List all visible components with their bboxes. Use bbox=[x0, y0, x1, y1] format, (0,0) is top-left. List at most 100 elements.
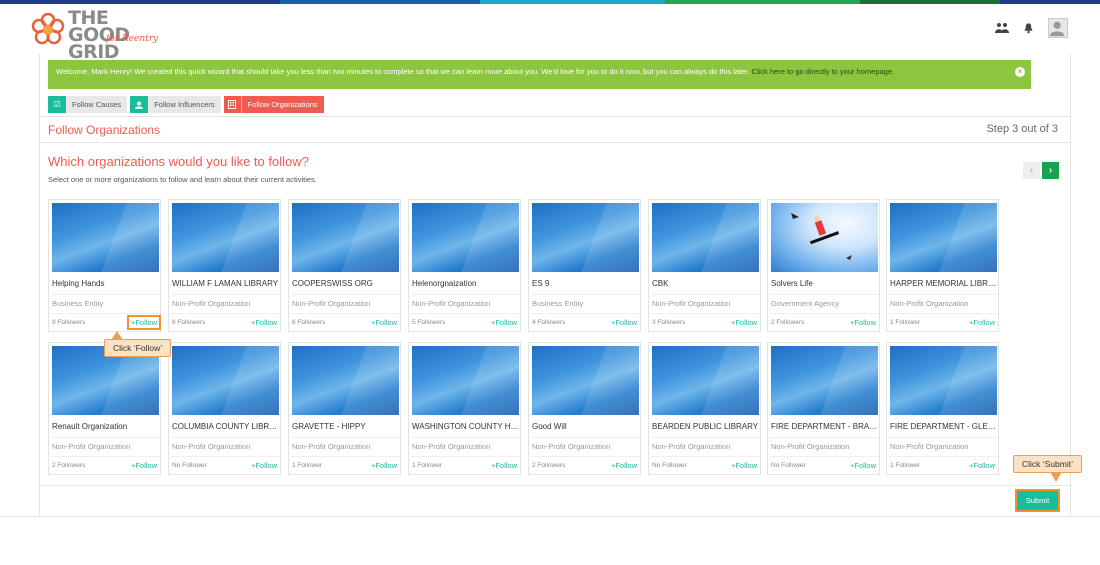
snowboarder-image bbox=[791, 213, 852, 260]
follower-count: 4 Followers bbox=[532, 319, 566, 326]
follow-button[interactable]: +Follow bbox=[370, 461, 398, 470]
card-divider bbox=[531, 294, 640, 295]
organization-card[interactable]: Helenorgnaization Non-Profit Organization… bbox=[408, 199, 521, 332]
follow-button[interactable]: +Follow bbox=[250, 318, 278, 327]
follow-button[interactable]: +Follow bbox=[730, 318, 758, 327]
card-divider bbox=[411, 437, 520, 438]
organization-name[interactable]: COOPERSWISS ORG bbox=[292, 279, 399, 288]
bell-icon[interactable] bbox=[1023, 22, 1034, 34]
welcome-banner: Welcome, Mark Henry! We created this qui… bbox=[48, 60, 1031, 89]
organization-card[interactable]: Renault Organization Non-Profit Organizat… bbox=[48, 342, 161, 475]
organization-card[interactable]: WILLIAM F LAMAN LIBRARY Non-Profit Organi… bbox=[168, 199, 281, 332]
organization-name[interactable]: FIRE DEPARTMENT - GLEN... bbox=[890, 422, 997, 431]
organization-image bbox=[412, 346, 519, 415]
follow-button[interactable]: +Follow bbox=[130, 461, 158, 470]
organization-name[interactable]: WASHINGTON COUNTY HIV ... bbox=[412, 422, 519, 431]
step-follow-influencers[interactable]: Follow Influencers bbox=[130, 96, 221, 113]
organization-card[interactable]: CBK Non-Profit Organization 3 Followers +Fo… bbox=[648, 199, 761, 332]
submit-button[interactable]: Submit bbox=[1015, 489, 1060, 512]
organization-name[interactable]: COLUMBIA COUNTY LIBRAR... bbox=[172, 422, 279, 431]
organization-name[interactable]: CBK bbox=[652, 279, 759, 288]
follow-button[interactable]: +Follow bbox=[490, 318, 518, 327]
organization-image bbox=[172, 346, 279, 415]
card-divider bbox=[651, 313, 760, 314]
step-follow-organizations[interactable]: Follow Organizations bbox=[223, 96, 324, 113]
next-page-button[interactable]: › bbox=[1042, 162, 1059, 179]
organization-image bbox=[292, 203, 399, 272]
people-icon[interactable] bbox=[995, 22, 1009, 34]
follow-button[interactable]: +Follow bbox=[490, 461, 518, 470]
organization-name[interactable]: GRAVETTE - HIPPY bbox=[292, 422, 399, 431]
organization-type: Non-Profit Organization bbox=[292, 299, 371, 308]
follow-button[interactable]: +Follow bbox=[730, 461, 758, 470]
organization-name[interactable]: Renault Organization bbox=[52, 422, 159, 431]
banner-text: Welcome, Mark Henry! We created this qui… bbox=[56, 67, 750, 76]
carousel-pager: ‹ › bbox=[1023, 162, 1059, 179]
organization-card[interactable]: GRAVETTE - HIPPY Non-Profit Organization 1… bbox=[288, 342, 401, 475]
card-divider bbox=[770, 313, 879, 314]
follow-button[interactable]: +Follow bbox=[968, 461, 996, 470]
organization-card[interactable]: Helping Hands Business Entity 9 Followers +… bbox=[48, 199, 161, 332]
organization-card[interactable]: FIRE DEPARTMENT - GLEN... Non-Profit Orga… bbox=[886, 342, 999, 475]
organization-card[interactable]: Good Will Non-Profit Organization 2 Follow… bbox=[528, 342, 641, 475]
card-divider bbox=[51, 437, 160, 438]
organization-name[interactable]: Good Will bbox=[532, 422, 639, 431]
follow-button[interactable]: +Follow bbox=[126, 315, 161, 330]
divider bbox=[0, 516, 1100, 517]
card-divider bbox=[171, 437, 280, 438]
organization-type: Non-Profit Organization bbox=[52, 442, 131, 451]
user-avatar[interactable] bbox=[1048, 18, 1068, 38]
follow-button[interactable]: +Follow bbox=[849, 318, 877, 327]
organization-card[interactable]: COOPERSWISS ORG Non-Profit Organization 6 … bbox=[288, 199, 401, 332]
card-divider bbox=[531, 456, 640, 457]
card-divider bbox=[889, 456, 998, 457]
follower-count: 8 Followers bbox=[172, 319, 206, 326]
organization-name[interactable]: Helping Hands bbox=[52, 279, 159, 288]
step-follow-causes[interactable]: ☑ Follow Causes bbox=[48, 96, 128, 113]
homepage-link[interactable]: Click here to go directly to your homepa… bbox=[752, 67, 895, 76]
organization-card[interactable]: BEARDEN PUBLIC LIBRARY Non-Profit Organiz… bbox=[648, 342, 761, 475]
organization-name[interactable]: ES 9 bbox=[532, 279, 639, 288]
organization-name[interactable]: BEARDEN PUBLIC LIBRARY bbox=[652, 422, 759, 431]
divider bbox=[39, 116, 1071, 117]
follow-button[interactable]: +Follow bbox=[849, 461, 877, 470]
follow-button[interactable]: +Follow bbox=[610, 318, 638, 327]
organization-type: Non-Profit Organization bbox=[771, 442, 850, 451]
close-icon[interactable]: × bbox=[1015, 67, 1025, 77]
organization-name[interactable]: FIRE DEPARTMENT - BRAD... bbox=[771, 422, 878, 431]
card-divider bbox=[51, 313, 160, 314]
follow-button[interactable]: +Follow bbox=[370, 318, 398, 327]
organization-type: Business Entity bbox=[532, 299, 584, 308]
organization-card[interactable]: Solvers Life Government Agency 2 Followers… bbox=[767, 199, 880, 332]
logo[interactable]: THE GOOD GRID for Reentry bbox=[30, 8, 160, 62]
follow-button[interactable]: +Follow bbox=[250, 461, 278, 470]
card-divider bbox=[889, 437, 998, 438]
flower-logo-icon bbox=[31, 12, 65, 45]
follower-count: 2 Followers bbox=[52, 462, 86, 469]
prev-page-button[interactable]: ‹ bbox=[1023, 162, 1040, 179]
organization-card[interactable]: ES 9 Business Entity 4 Followers +Follow bbox=[528, 199, 641, 332]
organization-card[interactable]: COLUMBIA COUNTY LIBRAR... Non-Profit Orga… bbox=[168, 342, 281, 475]
follow-button[interactable]: +Follow bbox=[968, 318, 996, 327]
organization-name[interactable]: WILLIAM F LAMAN LIBRARY bbox=[172, 279, 279, 288]
follow-button[interactable]: +Follow bbox=[610, 461, 638, 470]
follower-count: 3 Followers bbox=[652, 319, 686, 326]
organization-card[interactable]: FIRE DEPARTMENT - BRAD... Non-Profit Orga… bbox=[767, 342, 880, 475]
organization-name[interactable]: Helenorgnaization bbox=[412, 279, 519, 288]
user-icon bbox=[130, 96, 149, 113]
organization-type: Non-Profit Organization bbox=[172, 299, 251, 308]
app-header: THE GOOD GRID for Reentry bbox=[0, 4, 1100, 62]
follower-count: 1 Follower bbox=[412, 462, 442, 469]
card-divider bbox=[291, 294, 400, 295]
follower-count: 1 Follower bbox=[292, 462, 322, 469]
organization-type: Non-Profit Organization bbox=[172, 442, 251, 451]
organization-card[interactable]: HARPER MEMORIAL LIBRARY Non-Profit Organi… bbox=[886, 199, 999, 332]
step-label: Follow Influencers bbox=[154, 100, 215, 109]
wizard-steps: ☑ Follow Causes Follow Influencers Follo… bbox=[48, 96, 324, 113]
card-divider bbox=[770, 456, 879, 457]
card-divider bbox=[171, 294, 280, 295]
organization-name[interactable]: HARPER MEMORIAL LIBRARY bbox=[890, 279, 997, 288]
organization-name[interactable]: Solvers Life bbox=[771, 279, 878, 288]
organization-image bbox=[412, 203, 519, 272]
organization-card[interactable]: WASHINGTON COUNTY HIV ... Non-Profit Orga… bbox=[408, 342, 521, 475]
